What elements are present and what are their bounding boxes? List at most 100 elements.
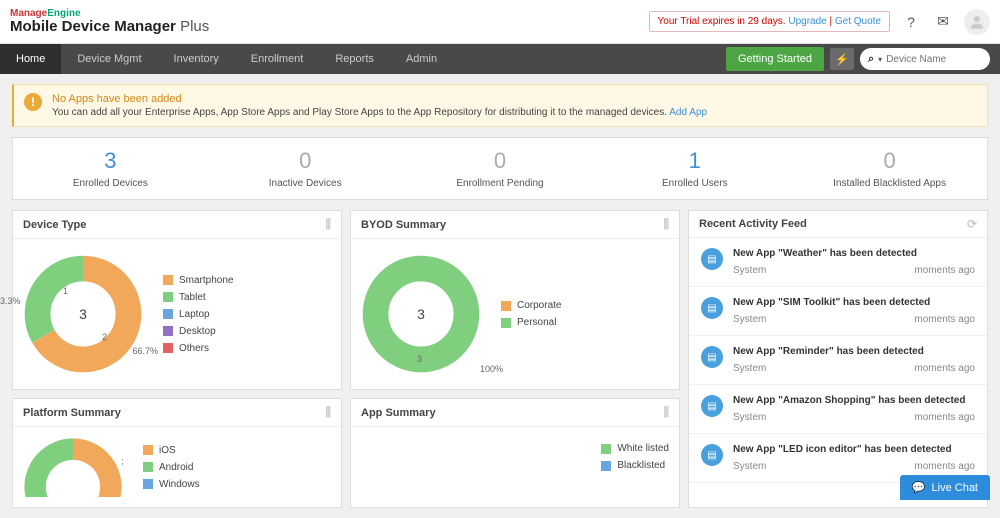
notice-title: No Apps have been added (52, 93, 707, 105)
getting-started-button[interactable]: Getting Started (726, 47, 824, 71)
avatar[interactable] (964, 9, 990, 35)
bolt-icon[interactable]: ⚡ (830, 48, 854, 70)
notice-body: You can add all your Enterprise Apps, Ap… (52, 107, 667, 118)
live-chat-button[interactable]: 💬 Live Chat (900, 475, 990, 500)
device-type-chart: 3 33.3% 66.7% 1 2 (23, 254, 143, 374)
swatch (501, 301, 511, 311)
legend-item[interactable]: Desktop (163, 326, 233, 337)
seg-label: 66.7% (132, 346, 158, 356)
refresh-icon[interactable]: ⟳ (967, 217, 977, 231)
search-input[interactable] (886, 54, 966, 65)
chart-toggle-icon[interactable]: ⫼ (325, 405, 331, 420)
swatch (163, 292, 173, 302)
app-icon: ▤ (701, 346, 723, 368)
search-wrap[interactable]: ⌕▾ (860, 48, 990, 70)
brand: ManageEngine Mobile Device Manager Plus (10, 8, 209, 36)
nav-reports[interactable]: Reports (319, 44, 390, 74)
legend-item[interactable]: Corporate (501, 300, 561, 311)
legend-item[interactable]: Windows (143, 479, 200, 490)
legend: Smartphone Tablet Laptop Desktop Others (163, 275, 233, 354)
upgrade-link[interactable]: Upgrade (788, 16, 826, 27)
chat-icon: 💬 (912, 481, 926, 494)
legend-item[interactable]: Android (143, 462, 200, 473)
chevron-down-icon[interactable]: ▾ (878, 55, 882, 64)
trial-notice: Your Trial expires in 29 days. Upgrade |… (649, 11, 890, 32)
stats-bar: 3Enrolled Devices 0Inactive Devices 0Enr… (12, 137, 988, 200)
legend-item[interactable]: iOS (143, 445, 200, 456)
main-nav: Home Device Mgmt Inventory Enrollment Re… (0, 44, 1000, 74)
seg-num: 3 (417, 354, 422, 364)
swatch (143, 445, 153, 455)
panel-device-type: Device Type ⫼ 3 33.3% 66.7% 1 2 Smartphon… (12, 210, 342, 390)
swatch (163, 275, 173, 285)
nav-admin[interactable]: Admin (390, 44, 453, 74)
stat-enrolled-devices[interactable]: 3Enrolled Devices (13, 138, 208, 199)
chart-toggle-icon[interactable]: ⫼ (663, 217, 669, 232)
legend-item[interactable]: Smartphone (163, 275, 233, 286)
swatch (163, 309, 173, 319)
seg-num: 1 (63, 286, 68, 296)
swatch (143, 479, 153, 489)
help-icon[interactable]: ? (900, 11, 922, 33)
legend-item[interactable]: Laptop (163, 309, 233, 320)
legend: iOS Android Windows (143, 445, 200, 490)
feed-item[interactable]: ▤New App "SIM Toolkit" has been detected… (689, 287, 987, 336)
product-name: Mobile Device Manager (10, 18, 176, 35)
app-icon: ▤ (701, 395, 723, 417)
legend-item[interactable]: Tablet (163, 292, 233, 303)
stat-inactive-devices[interactable]: 0Inactive Devices (208, 138, 403, 199)
legend: Corporate Personal (501, 300, 561, 328)
stat-enrolled-users[interactable]: 1Enrolled Users (597, 138, 792, 199)
panel-title: App Summary (361, 407, 436, 419)
nav-enrollment[interactable]: Enrollment (235, 44, 320, 74)
seg-label: 100% (480, 364, 503, 374)
panel-title: Recent Activity Feed (699, 218, 807, 230)
seg-label: 33.3% (121, 457, 123, 467)
notice-banner: ! No Apps have been added You can add al… (12, 84, 988, 127)
legend-item[interactable]: Blacklisted (601, 460, 669, 471)
warning-icon: ! (24, 93, 42, 111)
panel-title: BYOD Summary (361, 219, 446, 231)
panel-title: Platform Summary (23, 407, 121, 419)
legend-item[interactable]: Others (163, 343, 233, 354)
top-bar: ManageEngine Mobile Device Manager Plus … (0, 0, 1000, 44)
nav-device-mgmt[interactable]: Device Mgmt (61, 44, 157, 74)
legend-item[interactable]: Personal (501, 317, 561, 328)
feed-item[interactable]: ▤New App "Reminder" has been detectedSys… (689, 336, 987, 385)
seg-label: 33.3% (0, 296, 21, 306)
swatch (163, 326, 173, 336)
app-icon: ▤ (701, 444, 723, 466)
feed-list: ▤New App "Weather" has been detectedSyst… (689, 238, 987, 483)
seg-num: 2 (102, 332, 107, 342)
swatch (601, 461, 611, 471)
stat-enrollment-pending[interactable]: 0Enrollment Pending (403, 138, 598, 199)
legend: White listed Blacklisted (601, 443, 669, 471)
swatch (163, 343, 173, 353)
app-icon: ▤ (701, 248, 723, 270)
stat-blacklisted-apps[interactable]: 0Installed Blacklisted Apps (792, 138, 987, 199)
panel-title: Device Type (23, 219, 86, 231)
panel-platform-summary: Platform Summary ⫼ 33.3% iOS Android Wind… (12, 398, 342, 508)
nav-inventory[interactable]: Inventory (158, 44, 235, 74)
swatch (501, 318, 511, 328)
platform-chart: 33.3% (23, 437, 123, 497)
legend-item[interactable]: White listed (601, 443, 669, 454)
nav-home[interactable]: Home (0, 44, 61, 74)
product-suffix: Plus (180, 18, 209, 35)
mail-icon[interactable]: ✉ (932, 11, 954, 33)
add-app-link[interactable]: Add App (669, 107, 707, 118)
panel-activity-feed: Recent Activity Feed ⟳ ▤New App "Weather"… (688, 210, 988, 508)
chart-toggle-icon[interactable]: ⫼ (663, 405, 669, 420)
panel-app-summary: App Summary ⫼ White listed Blacklisted (350, 398, 680, 508)
app-icon: ▤ (701, 297, 723, 319)
feed-item[interactable]: ▤New App "Weather" has been detectedSyst… (689, 238, 987, 287)
byod-chart: 3 100% 3 (361, 254, 481, 374)
swatch (143, 462, 153, 472)
trial-text: Your Trial expires in 29 days. (658, 16, 786, 27)
get-quote-link[interactable]: Get Quote (835, 16, 881, 27)
swatch (601, 444, 611, 454)
search-icon: ⌕ (868, 53, 874, 66)
chart-toggle-icon[interactable]: ⫼ (325, 217, 331, 232)
feed-item[interactable]: ▤New App "Amazon Shopping" has been dete… (689, 385, 987, 434)
chart-center: 3 (23, 254, 143, 374)
